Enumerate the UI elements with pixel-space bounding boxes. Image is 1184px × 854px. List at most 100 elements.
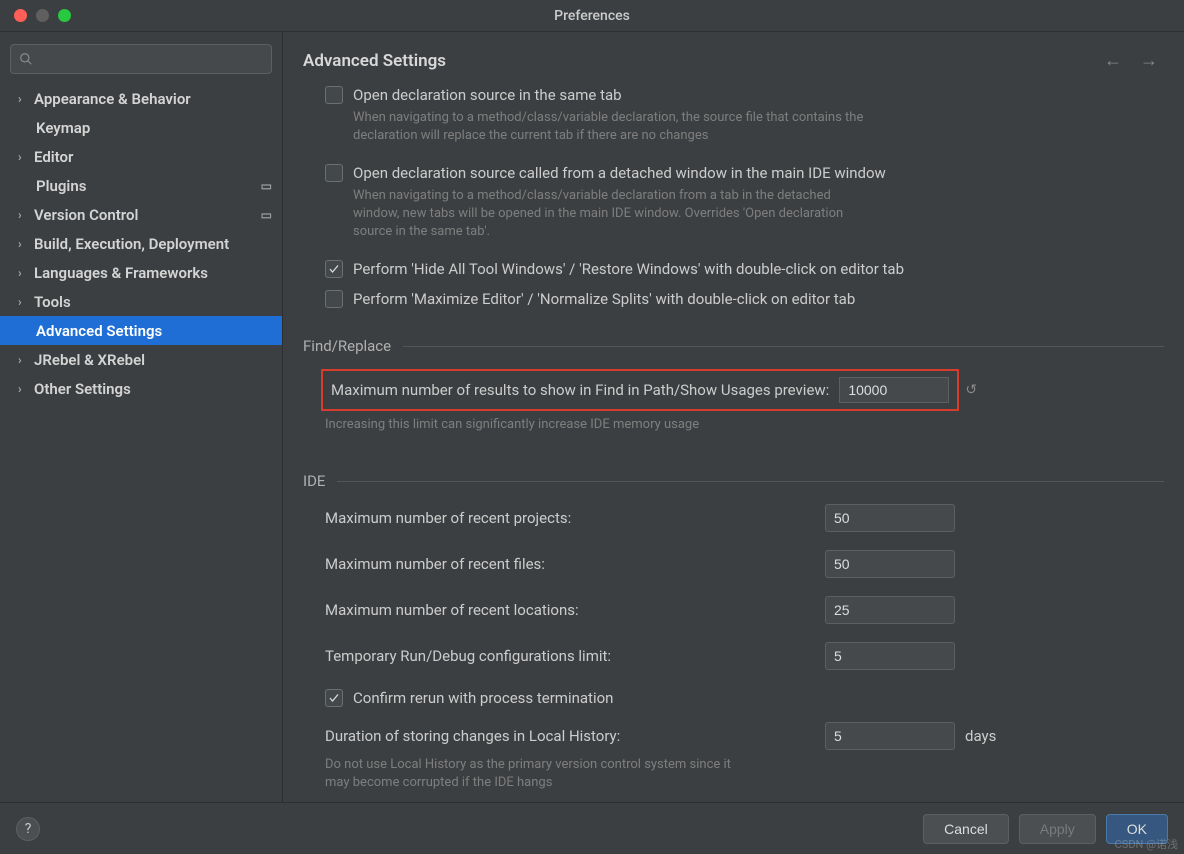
- traffic-lights: [0, 9, 71, 22]
- section-find-replace: Find/Replace: [303, 337, 1164, 355]
- sidebar-item-tools[interactable]: ›Tools: [0, 287, 282, 316]
- checkbox-label: Perform 'Hide All Tool Windows' / 'Resto…: [353, 259, 904, 279]
- sidebar-item-label: Tools: [34, 293, 71, 311]
- field-label: Temporary Run/Debug configurations limit…: [325, 647, 825, 665]
- recent-files-input[interactable]: [825, 550, 955, 578]
- setting-maximize-editor: Perform 'Maximize Editor' / 'Normalize S…: [325, 289, 1164, 309]
- chevron-right-icon: ›: [18, 266, 32, 280]
- sidebar-item-editor[interactable]: ›Editor: [0, 142, 282, 171]
- setting-hide-tool-windows: Perform 'Hide All Tool Windows' / 'Resto…: [325, 259, 1164, 279]
- footer: ? Cancel Apply OK: [0, 802, 1184, 854]
- help-button[interactable]: ?: [16, 817, 40, 841]
- apply-button[interactable]: Apply: [1019, 814, 1096, 844]
- local-history-input[interactable]: [825, 722, 955, 750]
- history-nav: ← →: [1104, 50, 1158, 71]
- divider: [337, 481, 1164, 482]
- setting-open-declaration-detached: Open declaration source called from a de…: [325, 163, 1164, 241]
- revert-icon[interactable]: ↺: [965, 382, 977, 398]
- section-label: IDE: [303, 472, 325, 490]
- cancel-button[interactable]: Cancel: [923, 814, 1009, 844]
- sidebar-item-build[interactable]: ›Build, Execution, Deployment: [0, 229, 282, 258]
- modified-icon: ▭: [261, 179, 272, 193]
- setting-max-results-row: Maximum number of results to show in Fin…: [325, 369, 1164, 411]
- checkbox-label: Perform 'Maximize Editor' / 'Normalize S…: [353, 289, 855, 309]
- sidebar: ›Appearance & Behavior Keymap ›Editor Pl…: [0, 32, 283, 802]
- main-panel: Advanced Settings ← → Open declaration s…: [283, 32, 1184, 802]
- max-results-input[interactable]: [839, 377, 949, 403]
- sidebar-item-label: Version Control: [34, 206, 138, 224]
- sidebar-item-jrebel[interactable]: ›JRebel & XRebel: [0, 345, 282, 374]
- checkbox-maximize-editor[interactable]: [325, 290, 343, 308]
- content: ›Appearance & Behavior Keymap ›Editor Pl…: [0, 32, 1184, 802]
- sidebar-item-label: Plugins: [36, 177, 86, 195]
- setting-open-declaration-same-tab: Open declaration source in the same tab …: [325, 85, 1164, 145]
- modified-icon: ▭: [261, 208, 272, 222]
- sidebar-item-languages[interactable]: ›Languages & Frameworks: [0, 258, 282, 287]
- search-input[interactable]: [39, 51, 263, 67]
- section-label: Find/Replace: [303, 337, 391, 355]
- sidebar-item-keymap[interactable]: Keymap: [0, 113, 282, 142]
- checkbox-label: Confirm rerun with process termination: [353, 688, 613, 708]
- chevron-right-icon: ›: [18, 92, 32, 106]
- checkbox-label: Open declaration source in the same tab: [353, 85, 622, 105]
- setting-description: When navigating to a method/class/variab…: [353, 109, 873, 145]
- recent-projects-input[interactable]: [825, 504, 955, 532]
- field-label: Maximum number of results to show in Fin…: [331, 381, 829, 399]
- sidebar-item-plugins[interactable]: Plugins ▭: [0, 171, 282, 200]
- chevron-right-icon: ›: [18, 353, 32, 367]
- sidebar-item-label: Appearance & Behavior: [34, 90, 191, 108]
- sidebar-item-label: Keymap: [36, 119, 90, 137]
- sidebar-item-label: Editor: [34, 148, 73, 166]
- divider: [403, 346, 1164, 347]
- sidebar-item-version-control[interactable]: ›Version Control ▭: [0, 200, 282, 229]
- field-label: Maximum number of recent files:: [325, 555, 825, 573]
- checkbox-label: Open declaration source called from a de…: [353, 163, 886, 183]
- checkbox-open-declaration-same-tab[interactable]: [325, 86, 343, 104]
- recent-locations-input[interactable]: [825, 596, 955, 624]
- sidebar-item-label: JRebel & XRebel: [34, 351, 145, 369]
- sidebar-item-label: Advanced Settings: [36, 322, 162, 340]
- chevron-right-icon: ›: [18, 237, 32, 251]
- checkbox-confirm-rerun[interactable]: [325, 689, 343, 707]
- setting-recent-projects: Maximum number of recent projects:: [325, 504, 1164, 532]
- setting-description: When navigating to a method/class/variab…: [353, 187, 873, 241]
- field-label: Duration of storing changes in Local His…: [325, 727, 825, 745]
- field-description: Increasing this limit can significantly …: [325, 417, 1164, 432]
- close-window-button[interactable]: [14, 9, 27, 22]
- temp-run-input[interactable]: [825, 642, 955, 670]
- setting-temp-run: Temporary Run/Debug configurations limit…: [325, 642, 1164, 670]
- sidebar-item-label: Build, Execution, Deployment: [34, 235, 229, 253]
- minimize-window-button[interactable]: [36, 9, 49, 22]
- setting-local-history: Duration of storing changes in Local His…: [325, 722, 1164, 750]
- checkbox-open-declaration-detached[interactable]: [325, 164, 343, 182]
- setting-recent-files: Maximum number of recent files:: [325, 550, 1164, 578]
- setting-recent-locations: Maximum number of recent locations:: [325, 596, 1164, 624]
- window-title: Preferences: [554, 8, 630, 24]
- field-label: Maximum number of recent projects:: [325, 509, 825, 527]
- field-label: Maximum number of recent locations:: [325, 601, 825, 619]
- sidebar-item-label: Other Settings: [34, 380, 131, 398]
- sidebar-item-other[interactable]: ›Other Settings: [0, 374, 282, 403]
- ok-button[interactable]: OK: [1106, 814, 1168, 844]
- page-title: Advanced Settings: [303, 51, 446, 71]
- sidebar-item-label: Languages & Frameworks: [34, 264, 208, 282]
- chevron-right-icon: ›: [18, 208, 32, 222]
- setting-confirm-rerun: Confirm rerun with process termination: [325, 688, 1164, 708]
- nav-tree: ›Appearance & Behavior Keymap ›Editor Pl…: [0, 84, 282, 802]
- section-ide: IDE: [303, 472, 1164, 490]
- back-arrow-icon[interactable]: ←: [1104, 50, 1122, 71]
- titlebar: Preferences: [0, 0, 1184, 32]
- checkbox-hide-tool-windows[interactable]: [325, 260, 343, 278]
- forward-arrow-icon[interactable]: →: [1140, 50, 1158, 71]
- search-icon: [19, 52, 33, 66]
- chevron-right-icon: ›: [18, 295, 32, 309]
- highlight-annotation: Maximum number of results to show in Fin…: [321, 369, 959, 411]
- chevron-right-icon: ›: [18, 382, 32, 396]
- chevron-right-icon: ›: [18, 150, 32, 164]
- field-description: Do not use Local History as the primary …: [325, 756, 745, 792]
- sidebar-item-appearance[interactable]: ›Appearance & Behavior: [0, 84, 282, 113]
- field-suffix: days: [965, 727, 996, 745]
- maximize-window-button[interactable]: [58, 9, 71, 22]
- search-box[interactable]: [10, 44, 272, 74]
- sidebar-item-advanced-settings[interactable]: Advanced Settings: [0, 316, 282, 345]
